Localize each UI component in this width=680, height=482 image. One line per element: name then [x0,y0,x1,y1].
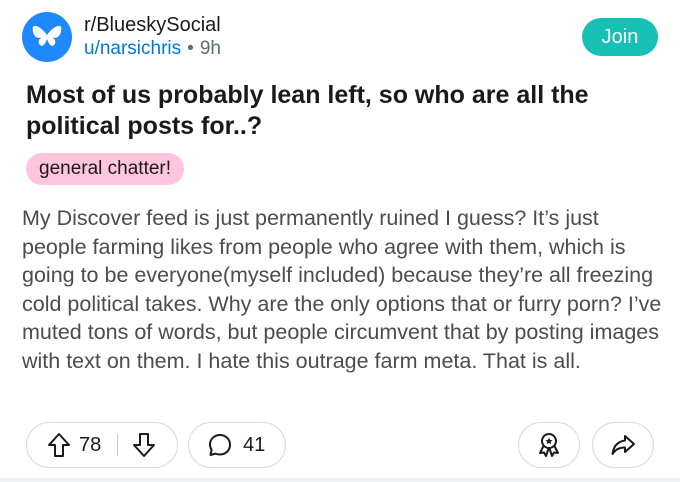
subreddit-name[interactable]: r/BlueskySocial [84,13,221,37]
vote-bar: 78 [26,422,178,468]
downvote-arrow-icon[interactable] [132,432,156,458]
post-body: My Discover feed is just permanently rui… [22,206,662,373]
share-icon [610,433,636,457]
share-button[interactable] [592,422,654,468]
post-card: r/BlueskySocial u/narsichris • 9h Join Mos… [0,0,680,482]
comment-count: 41 [243,433,266,456]
meta-separator: • [187,38,194,59]
post-meta: r/BlueskySocial u/narsichris • 9h [84,13,221,61]
subreddit-avatar[interactable] [22,12,72,62]
post-title[interactable]: Most of us probably lean left, so who ar… [26,80,646,142]
byline: u/narsichris • 9h [84,37,221,61]
author-username[interactable]: u/narsichris [84,38,181,59]
post-flair[interactable]: general chatter! [26,153,185,185]
upvote-arrow-icon[interactable] [47,432,71,458]
bottom-divider [0,478,680,482]
comments-button[interactable]: 41 [188,422,286,468]
join-button[interactable]: Join [582,18,658,56]
vote-count: 78 [79,433,102,456]
award-icon [536,431,562,459]
post-age: 9h [199,38,221,59]
vote-divider [117,434,119,456]
award-button[interactable] [518,422,580,468]
butterfly-icon [32,24,62,50]
comment-bubble-icon [207,432,233,458]
post-header: r/BlueskySocial u/narsichris • 9h [22,12,221,62]
